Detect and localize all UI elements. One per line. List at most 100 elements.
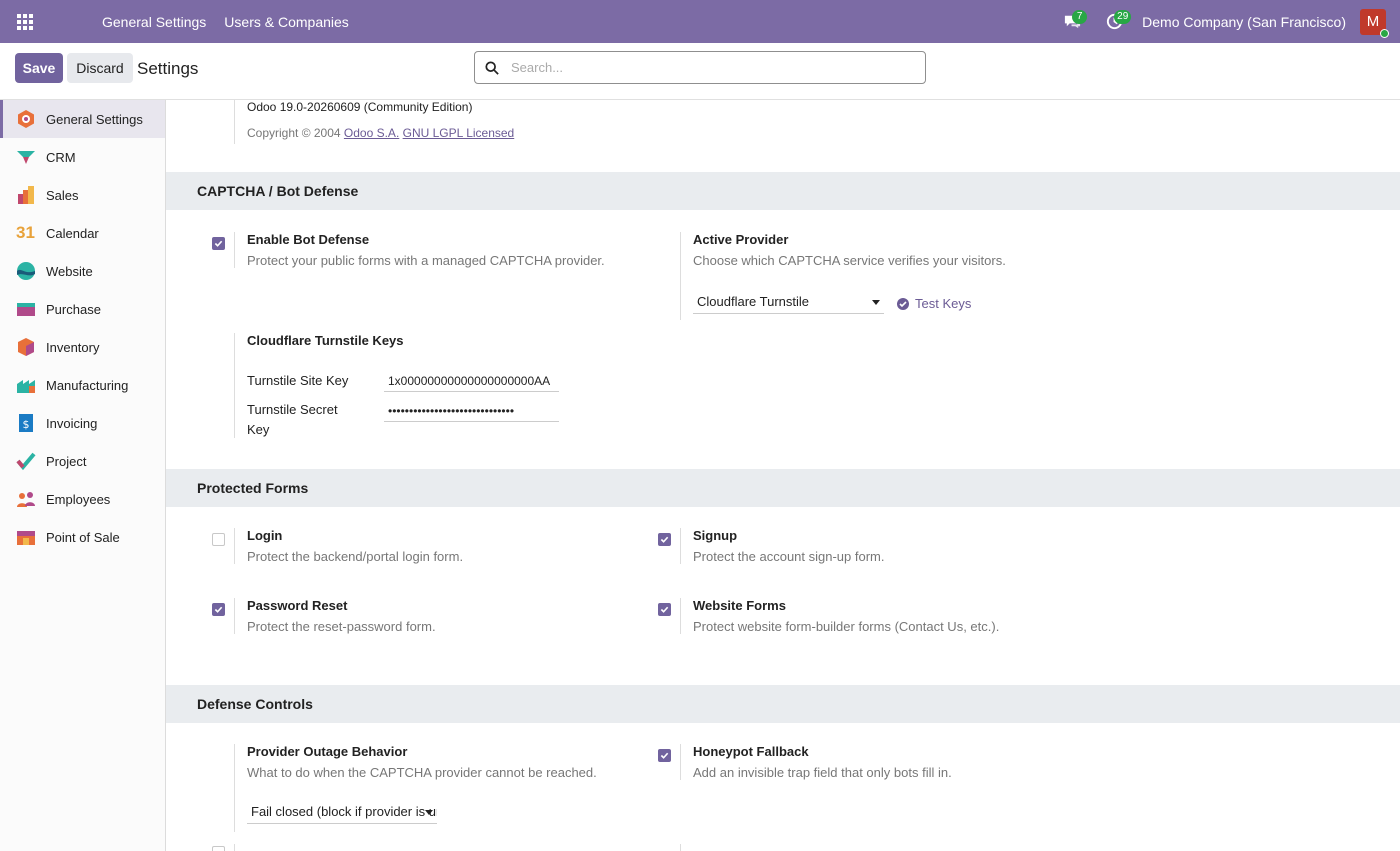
check-icon bbox=[214, 606, 223, 613]
chevron-down-icon bbox=[425, 810, 433, 815]
provider-select[interactable]: Cloudflare Turnstile bbox=[693, 292, 884, 314]
online-status-icon bbox=[1380, 28, 1389, 38]
honeypot-checkbox[interactable] bbox=[658, 749, 671, 762]
secret-key-label-line1: Turnstile Secret bbox=[247, 402, 338, 417]
setting-website-forms: Website Forms Protect website form-build… bbox=[680, 598, 1120, 634]
point-of-sale-icon bbox=[16, 527, 36, 547]
website-icon bbox=[16, 261, 36, 281]
section-defense-controls: Defense Controls bbox=[166, 685, 1400, 723]
divider bbox=[234, 232, 235, 268]
employees-icon bbox=[16, 489, 36, 509]
sales-icon bbox=[16, 185, 36, 205]
setting-title: Provider Outage Behavior bbox=[247, 744, 408, 759]
sidebar-item-sales[interactable]: Sales bbox=[0, 176, 165, 214]
sidebar-item-general-settings[interactable]: General Settings bbox=[0, 100, 165, 138]
test-keys-button[interactable]: Test Keys bbox=[897, 296, 971, 311]
enable-bot-defense-checkbox[interactable] bbox=[212, 237, 225, 250]
setting-title: Honeypot Fallback bbox=[693, 744, 809, 759]
sidebar-item-manufacturing[interactable]: Manufacturing bbox=[0, 366, 165, 404]
setting-active-provider: Active Provider Choose which CAPTCHA ser… bbox=[680, 232, 1120, 320]
sidebar-item-project[interactable]: Project bbox=[0, 442, 165, 480]
check-icon bbox=[214, 240, 223, 247]
search-icon bbox=[485, 60, 499, 75]
sidebar-item-purchase[interactable]: Purchase bbox=[0, 290, 165, 328]
next-setting-checkbox[interactable] bbox=[212, 846, 225, 851]
settings-sidebar: General Settings CRM Sales 31 Calendar W… bbox=[0, 100, 166, 851]
sidebar-item-label: Manufacturing bbox=[46, 377, 129, 393]
manufacturing-icon bbox=[16, 375, 36, 395]
setting-description: Protect website form-builder forms (Cont… bbox=[693, 619, 1000, 634]
sidebar-item-website[interactable]: Website bbox=[0, 252, 165, 290]
crm-icon bbox=[16, 147, 36, 167]
check-icon bbox=[660, 536, 669, 543]
setting-description: Protect the account sign-up form. bbox=[693, 549, 885, 564]
save-button[interactable]: Save bbox=[15, 53, 63, 83]
discard-button[interactable]: Discard bbox=[67, 53, 133, 83]
page-title: Settings bbox=[137, 59, 199, 78]
apps-menu-icon[interactable] bbox=[0, 0, 50, 43]
divider bbox=[234, 100, 235, 144]
sidebar-item-label: Purchase bbox=[46, 301, 101, 317]
user-avatar[interactable]: M bbox=[1360, 8, 1389, 38]
setting-title: Enable Bot Defense bbox=[247, 232, 370, 247]
svg-text:$: $ bbox=[23, 418, 30, 431]
password-reset-checkbox[interactable] bbox=[212, 603, 225, 616]
setting-title: Website Forms bbox=[693, 598, 786, 613]
divider bbox=[234, 528, 235, 564]
avatar-letter: M bbox=[1366, 13, 1380, 30]
divider bbox=[680, 528, 681, 564]
setting-title: Signup bbox=[693, 528, 738, 543]
odoo-sa-link[interactable]: Odoo S.A. bbox=[344, 126, 399, 140]
secret-key-input[interactable]: •••••••••••••••••••••••••••••• bbox=[384, 400, 559, 422]
check-icon bbox=[660, 752, 669, 759]
setting-password-reset: Password Reset Protect the reset-passwor… bbox=[234, 598, 674, 634]
sidebar-item-point-of-sale[interactable]: Point of Sale bbox=[0, 518, 165, 556]
login-checkbox[interactable] bbox=[212, 533, 225, 546]
divider bbox=[680, 598, 681, 634]
messages-button[interactable]: 7 bbox=[1058, 8, 1088, 36]
menu-general-settings[interactable]: General Settings bbox=[102, 14, 206, 30]
site-key-label: Turnstile Site Key bbox=[247, 373, 349, 388]
check-icon bbox=[660, 606, 669, 613]
divider bbox=[234, 744, 235, 832]
activities-button[interactable]: 29 bbox=[1100, 8, 1132, 36]
control-panel: Save Discard Settings bbox=[0, 43, 1400, 100]
sidebar-item-label: Sales bbox=[46, 187, 79, 203]
signup-checkbox[interactable] bbox=[658, 533, 671, 546]
setting-signup: Signup Protect the account sign-up form. bbox=[680, 528, 1120, 564]
menu-users-companies[interactable]: Users & Companies bbox=[224, 14, 349, 30]
sidebar-item-calendar[interactable]: 31 Calendar bbox=[0, 214, 165, 252]
sidebar-item-invoicing[interactable]: $ Invoicing bbox=[0, 404, 165, 442]
sidebar-item-label: Inventory bbox=[46, 339, 100, 355]
search-input[interactable] bbox=[511, 60, 891, 75]
setting-honeypot: Honeypot Fallback Add an invisible trap … bbox=[680, 744, 1120, 780]
outage-behavior-select[interactable]: Fail closed (block if provider is unreac… bbox=[247, 802, 437, 824]
setting-title: Login bbox=[247, 528, 283, 543]
sidebar-item-employees[interactable]: Employees bbox=[0, 480, 165, 518]
sidebar-item-label: Calendar bbox=[46, 225, 99, 241]
provider-select-value: Cloudflare Turnstile bbox=[697, 294, 809, 309]
outage-behavior-value: Fail closed (block if provider is unreac… bbox=[251, 804, 437, 819]
sidebar-item-crm[interactable]: CRM bbox=[0, 138, 165, 176]
project-icon bbox=[16, 451, 36, 471]
sidebar-item-inventory[interactable]: Inventory bbox=[0, 328, 165, 366]
sidebar-item-label: Employees bbox=[46, 491, 111, 507]
site-key-input[interactable]: 1x00000000000000000000AA bbox=[384, 370, 559, 392]
search-box bbox=[474, 51, 926, 84]
divider bbox=[680, 744, 681, 780]
invoicing-icon: $ bbox=[16, 413, 36, 433]
general-settings-icon bbox=[16, 109, 36, 129]
setting-description: Protect the reset-password form. bbox=[247, 619, 436, 634]
section-title: CAPTCHA / Bot Defense bbox=[197, 183, 359, 199]
sidebar-item-label: General Settings bbox=[46, 111, 143, 127]
sidebar-item-label: Invoicing bbox=[46, 415, 98, 431]
website-forms-checkbox[interactable] bbox=[658, 603, 671, 616]
setting-title: Password Reset bbox=[247, 598, 348, 613]
setting-enable-bot-defense: Enable Bot Defense Protect your public f… bbox=[234, 232, 674, 268]
secret-key-label-line2: Key bbox=[247, 422, 270, 437]
top-navbar: General Settings Users & Companies 7 29 … bbox=[0, 0, 1400, 43]
divider bbox=[234, 333, 235, 438]
copyright-text: Copyright © 2004 Odoo S.A. GNU LGPL Lice… bbox=[247, 126, 514, 140]
company-switcher[interactable]: Demo Company (San Francisco) bbox=[1142, 14, 1346, 30]
license-link[interactable]: GNU LGPL Licensed bbox=[403, 126, 515, 140]
